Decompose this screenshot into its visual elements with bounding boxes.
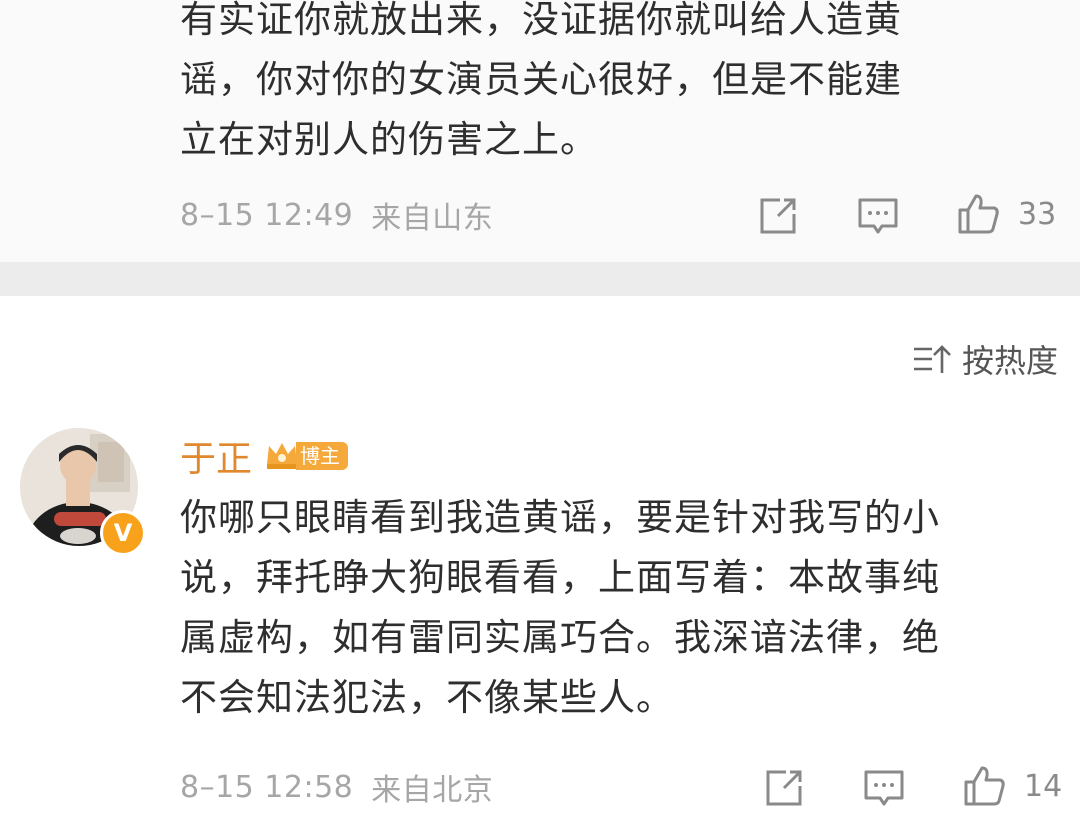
reply-comment-meta: 8–15 12:58 来自北京 — [180, 762, 493, 812]
sort-label: 按热度 — [961, 342, 1058, 380]
comment-location: 来自北京 — [371, 773, 494, 808]
comment-line: 不会知法犯法，不像某些人。 — [180, 676, 674, 719]
previous-comment-card: 有实证你就放出来，没证据你就叫给人造黄 谣，你对你的女演员关心很好，但是不能建 … — [0, 0, 1080, 262]
comment-location: 来自山东 — [371, 201, 494, 236]
comment-line: 你哪只眼睛看到我造黄谣，要是针对我写的小 — [180, 496, 940, 539]
comment-divider — [0, 262, 1080, 296]
comment-timestamp: 8–15 12:49 — [180, 197, 354, 233]
comment-icon[interactable] — [856, 194, 900, 238]
author-name[interactable]: 于正 — [180, 430, 252, 482]
verified-badge: V — [100, 510, 146, 556]
sort-toggle[interactable]: 按热度 — [912, 336, 1058, 382]
share-icon[interactable] — [756, 194, 800, 238]
like-count: 33 — [1018, 197, 1057, 232]
blogger-badge-label: 博主 — [296, 442, 349, 470]
previous-comment-text: 有实证你就放出来，没证据你就叫给人造黄 谣，你对你的女演员关心很好，但是不能建 … — [180, 0, 1060, 170]
like-icon[interactable] — [962, 764, 1006, 808]
comment-line: 有实证你就放出来，没证据你就叫给人造黄 — [180, 0, 902, 41]
previous-comment-meta: 8–15 12:49 来自山东 — [180, 190, 493, 240]
sort-icon — [912, 341, 952, 377]
reply-comment-text: 你哪只眼睛看到我造黄谣，要是针对我写的小 说，拜托睁大狗眼看看，上面写着：本故事… — [180, 488, 1070, 728]
comment-line: 谣，你对你的女演员关心很好，但是不能建 — [180, 58, 902, 101]
like-count: 14 — [1024, 769, 1063, 804]
comment-line: 立在对别人的伤害之上。 — [180, 118, 598, 161]
comment-author: 于正 博主 — [180, 430, 349, 482]
comment-timestamp: 8–15 12:58 — [180, 769, 354, 805]
share-icon[interactable] — [762, 766, 806, 810]
comment-line: 属虚构，如有雷同实属巧合。我深谙法律，绝 — [180, 616, 940, 659]
like-icon[interactable] — [956, 192, 1000, 236]
blogger-badge: 博主 — [264, 440, 349, 472]
comment-icon[interactable] — [862, 766, 906, 810]
crown-icon — [267, 443, 298, 469]
comment-line: 说，拜托睁大狗眼看看，上面写着：本故事纯 — [180, 556, 940, 599]
